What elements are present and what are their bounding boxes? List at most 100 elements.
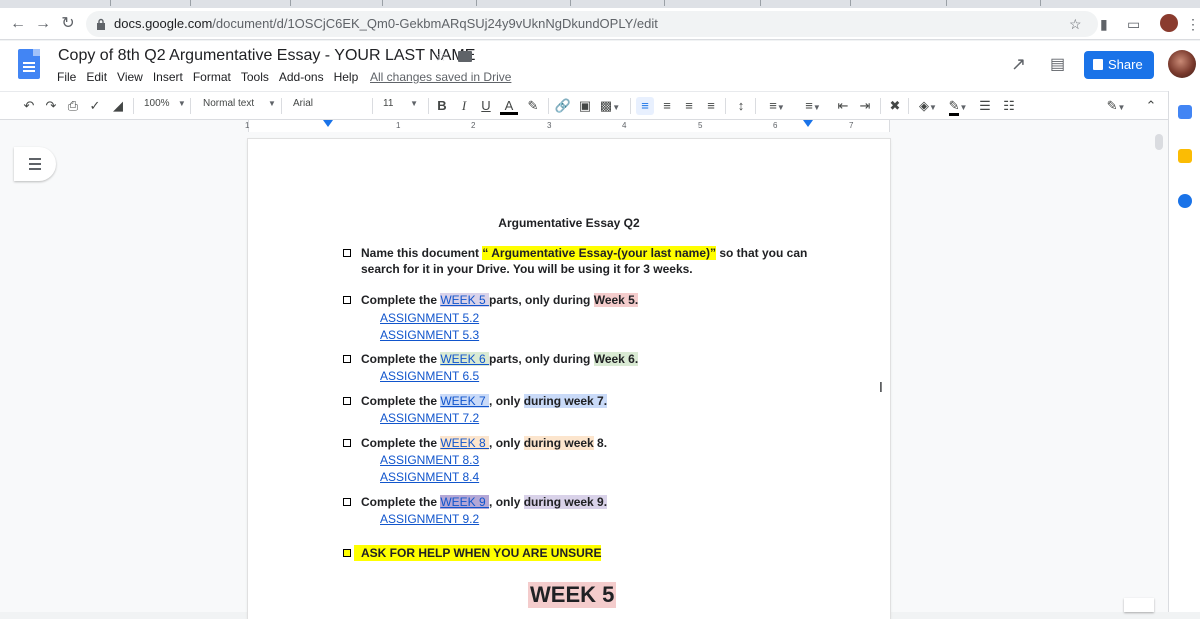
assignment-link[interactable]: ASSIGNMENT 6.5 xyxy=(380,369,479,383)
account-avatar[interactable] xyxy=(1168,50,1196,78)
toolbar-divider xyxy=(190,98,191,114)
menu-insert[interactable]: Insert xyxy=(153,70,183,84)
tab-divider xyxy=(570,0,571,6)
assignment-link[interactable]: ASSIGNMENT 8.4 xyxy=(380,470,479,484)
ruler-number: 1 xyxy=(245,121,250,130)
border-width-icon[interactable]: ☰ xyxy=(976,97,994,115)
week-5-link[interactable]: WEEK 5 xyxy=(440,293,490,307)
bold-icon[interactable]: B xyxy=(434,97,450,115)
explore-button[interactable] xyxy=(1124,598,1154,612)
decrease-indent-icon[interactable]: ⇤ xyxy=(834,97,852,115)
list-item-week-8: Complete the WEEK 8 , only during week 8… xyxy=(361,435,607,451)
print-icon[interactable]: ⎙ xyxy=(64,97,82,115)
browser-profile-avatar[interactable] xyxy=(1160,14,1178,32)
menu-file[interactable]: File xyxy=(57,70,76,84)
tab-divider xyxy=(760,0,761,6)
document-title[interactable]: Copy of 8th Q2 Argumentative Essay - YOU… xyxy=(58,47,475,65)
clear-formatting-icon[interactable]: ✖ xyxy=(886,97,904,115)
share-button[interactable]: Share xyxy=(1084,51,1154,79)
tab-divider xyxy=(946,0,947,6)
insert-comment-icon[interactable]: ▣ xyxy=(577,97,593,115)
week-6-link[interactable]: WEEK 6 xyxy=(440,352,490,366)
align-justify-icon[interactable]: ≡ xyxy=(702,97,720,115)
menu-view[interactable]: View xyxy=(117,70,143,84)
item-text: parts, only during xyxy=(489,293,594,307)
style-value: Normal text xyxy=(203,98,255,109)
calendar-icon[interactable] xyxy=(1178,105,1192,119)
assignment-link[interactable]: ASSIGNMENT 8.3 xyxy=(380,453,479,467)
assignment-link[interactable]: ASSIGNMENT 7.2 xyxy=(380,411,479,425)
share-label: Share xyxy=(1108,57,1143,72)
comments-icon[interactable]: ▤ xyxy=(1050,54,1065,74)
lock-icon xyxy=(97,18,105,30)
font-select[interactable]: Arial xyxy=(293,98,313,109)
assignment-link[interactable]: ASSIGNMENT 5.2 xyxy=(380,311,479,325)
forward-arrow-icon[interactable]: → xyxy=(33,14,53,34)
text-color-icon[interactable]: A xyxy=(500,97,518,115)
menu-addons[interactable]: Add-ons xyxy=(279,70,324,84)
highlight-pen-icon[interactable]: ✎ xyxy=(524,97,542,115)
collapse-menus-icon[interactable]: ⌃ xyxy=(1142,97,1160,115)
activity-trend-icon[interactable]: ↗ xyxy=(1011,54,1026,75)
cast-icon[interactable]: ▭ xyxy=(1127,16,1140,33)
address-bar[interactable]: docs.google.com/document/d/1OSCjC6EK_Qm0… xyxy=(86,11,1098,37)
tasks-icon[interactable] xyxy=(1178,194,1192,208)
numbered-list-icon[interactable]: ≡▼ xyxy=(762,97,792,115)
underline-icon[interactable]: U xyxy=(478,97,494,115)
week-9-link[interactable]: WEEK 9 xyxy=(440,495,490,509)
paint-format-icon[interactable]: ◢ xyxy=(109,97,127,115)
week-9-tag: during week 9. xyxy=(523,495,608,509)
save-status[interactable]: All changes saved in Drive xyxy=(370,70,511,84)
item-text: 8. xyxy=(593,436,608,450)
document-outline-button[interactable] xyxy=(14,147,56,181)
week-5-section-title: WEEK 5 xyxy=(528,582,617,608)
docs-logo-icon[interactable] xyxy=(18,49,40,79)
editing-mode-icon[interactable]: ✎▼ xyxy=(1102,97,1130,115)
checkbox-bullet xyxy=(343,498,351,506)
align-center-icon[interactable]: ≡ xyxy=(658,97,676,115)
paragraph-style-select[interactable]: Normal text ▼ xyxy=(203,98,276,109)
zoom-select[interactable]: 100% ▼ xyxy=(144,98,186,109)
undo-icon[interactable]: ↶ xyxy=(20,97,38,115)
week-8-link[interactable]: WEEK 8 xyxy=(440,436,490,450)
increase-indent-icon[interactable]: ⇥ xyxy=(856,97,874,115)
menu-tools[interactable]: Tools xyxy=(241,70,269,84)
menu-format[interactable]: Format xyxy=(193,70,231,84)
toolbar-divider xyxy=(133,98,134,114)
fill-color-icon[interactable]: ◈▼ xyxy=(914,97,942,115)
right-indent-marker[interactable] xyxy=(803,120,813,127)
insert-link-icon[interactable]: 🔗 xyxy=(554,97,572,115)
week-7-link[interactable]: WEEK 7 xyxy=(440,394,490,408)
intro-line-1: Name this document “ Argumentative Essay… xyxy=(361,245,807,261)
docs-header: Copy of 8th Q2 Argumentative Essay - YOU… xyxy=(0,41,1200,91)
menu-help[interactable]: Help xyxy=(334,70,359,84)
toolbar-divider xyxy=(428,98,429,114)
reload-icon[interactable]: ↻ xyxy=(58,14,78,34)
keep-icon[interactable] xyxy=(1178,149,1192,163)
vertical-scrollbar[interactable] xyxy=(1155,134,1163,150)
spellcheck-icon[interactable]: ✓ xyxy=(86,97,104,115)
align-right-icon[interactable]: ≡ xyxy=(680,97,698,115)
left-indent-marker[interactable] xyxy=(323,120,333,127)
align-left-icon[interactable]: ≡ xyxy=(636,97,654,115)
italic-icon[interactable]: I xyxy=(456,97,472,115)
bookmark-star-icon[interactable]: ☆ xyxy=(1069,16,1082,33)
back-arrow-icon[interactable]: ← xyxy=(8,14,28,34)
border-dash-icon[interactable]: ☷ xyxy=(1000,97,1018,115)
insert-image-icon[interactable]: ▩▼ xyxy=(598,97,622,115)
list-item-week-9: Complete the WEEK 9 , only during week 9… xyxy=(361,494,608,510)
font-size-select[interactable]: 11 ▼ xyxy=(383,98,418,109)
extension-icon[interactable]: ▮ xyxy=(1100,16,1108,33)
redo-icon[interactable]: ↷ xyxy=(42,97,60,115)
document-page[interactable]: Argumentative Essay Q2 Name this documen… xyxy=(248,139,890,619)
menu-edit[interactable]: Edit xyxy=(86,70,107,84)
bulleted-list-icon[interactable]: ≡▼ xyxy=(798,97,828,115)
star-icon[interactable]: ☆ xyxy=(434,47,447,65)
assignment-link[interactable]: ASSIGNMENT 5.3 xyxy=(380,328,479,342)
border-color-icon[interactable]: ✎▼ xyxy=(944,97,972,116)
browser-menu-icon[interactable]: ⋮ xyxy=(1186,16,1200,33)
toolbar-divider xyxy=(755,98,756,114)
assignment-link[interactable]: ASSIGNMENT 9.2 xyxy=(380,512,479,526)
line-spacing-icon[interactable]: ↕ xyxy=(731,97,751,115)
move-folder-icon[interactable] xyxy=(458,51,472,62)
